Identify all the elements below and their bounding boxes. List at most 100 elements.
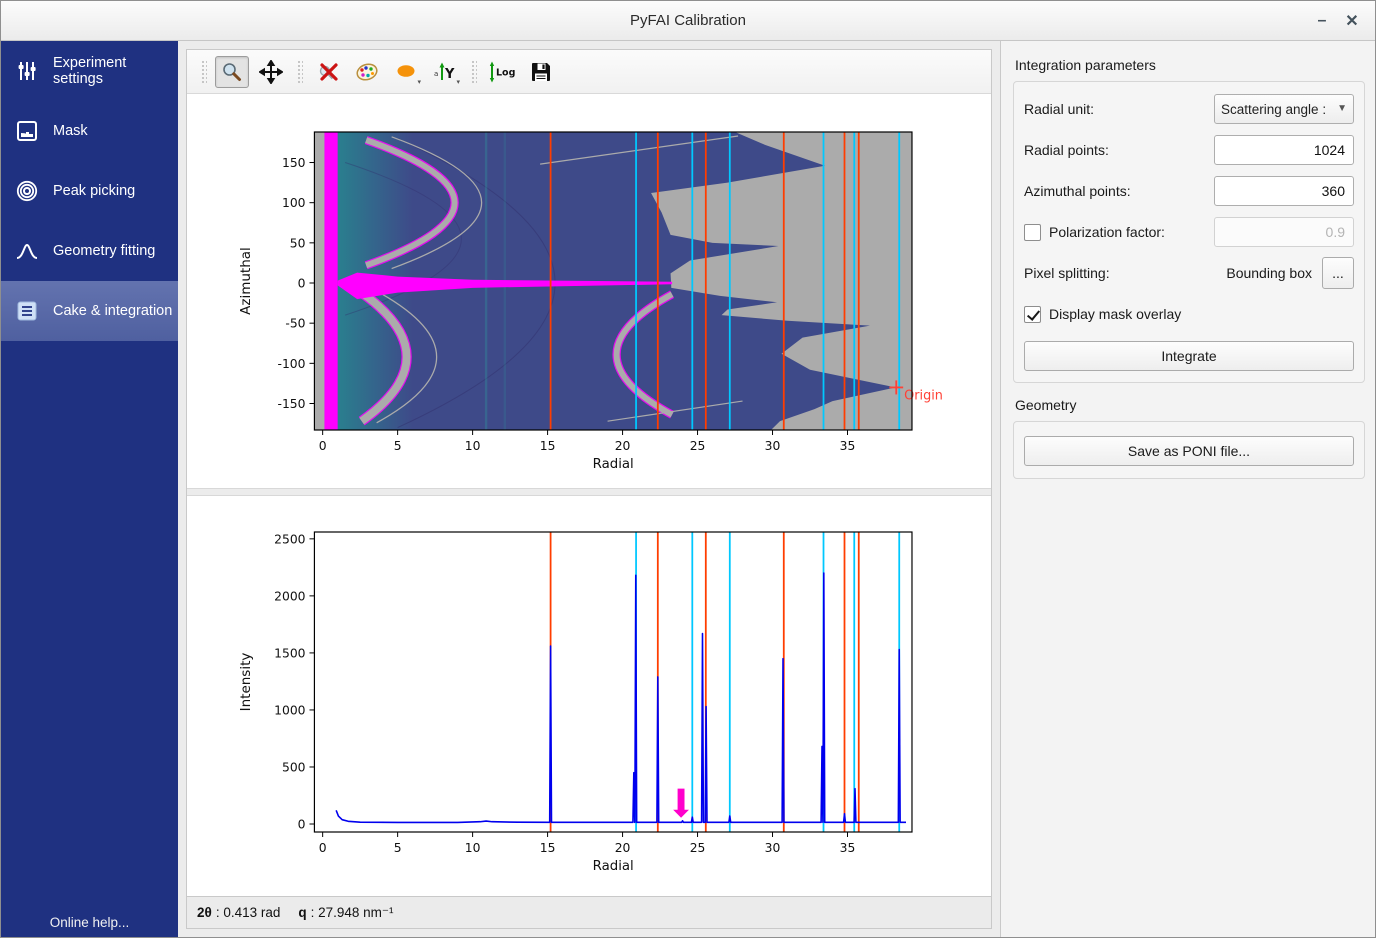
sidebar-item-experiment-settings[interactable]: Experiment settings <box>1 41 178 101</box>
svg-text:500: 500 <box>282 759 306 774</box>
mask-icon <box>14 118 40 144</box>
svg-text:15: 15 <box>540 438 556 453</box>
radial-points-label: Radial points: <box>1024 142 1109 158</box>
polarization-label: Polarization factor: <box>1049 224 1165 240</box>
q-label: q <box>298 905 306 920</box>
radial-unit-dropdown[interactable]: Scattering angle : ▼ <box>1214 94 1354 124</box>
intensity-plot-figure: 0510152025303505001000150020002500Radial… <box>187 496 991 896</box>
right-panel: Integration parameters Radial unit: Scat… <box>1000 41 1375 937</box>
log-scale-icon: Log <box>487 60 517 84</box>
sidebar-item-label: Mask <box>53 123 88 139</box>
svg-text:25: 25 <box>690 438 706 453</box>
online-help-link[interactable]: Online help... <box>1 915 178 930</box>
colormap-button[interactable] <box>350 56 384 88</box>
azimuthal-points-input[interactable] <box>1214 176 1354 206</box>
display-mask-row: Display mask overlay <box>1024 299 1354 329</box>
window-controls: – ✕ <box>1307 1 1367 40</box>
svg-text:35: 35 <box>840 438 856 453</box>
display-mask-label: Display mask overlay <box>1049 306 1181 322</box>
azimuthal-points-row: Azimuthal points: <box>1024 176 1354 206</box>
mask-tool-button[interactable]: ▾ <box>389 56 423 88</box>
save-figure-button[interactable] <box>524 56 558 88</box>
svg-text:Log: Log <box>496 67 515 78</box>
svg-text:5: 5 <box>394 840 402 855</box>
radial-unit-label: Radial unit: <box>1024 101 1094 117</box>
integration-parameters-title: Integration parameters <box>1015 57 1365 73</box>
integrate-row: Integrate <box>1024 340 1354 370</box>
radial-points-row: Radial points: <box>1024 135 1354 165</box>
log-scale-button[interactable]: Log <box>485 56 519 88</box>
two-theta-label: 2θ <box>197 905 212 920</box>
floppy-disk-icon <box>529 60 553 84</box>
peak-curve-icon <box>14 238 40 264</box>
svg-text:30: 30 <box>765 840 781 855</box>
sidebar-item-cake-integration[interactable]: Cake & integration <box>1 281 178 341</box>
svg-text:2000: 2000 <box>274 588 305 603</box>
svg-text:0: 0 <box>319 438 327 453</box>
radial-unit-row: Radial unit: Scattering angle : ▼ <box>1024 94 1354 124</box>
sidebar-item-geometry-fitting[interactable]: Geometry fitting <box>1 221 178 281</box>
svg-text:10: 10 <box>465 438 481 453</box>
close-icon[interactable]: ✕ <box>1337 11 1367 31</box>
svg-text:a: a <box>434 70 438 78</box>
svg-text:15: 15 <box>540 840 556 855</box>
radial-points-input[interactable] <box>1214 135 1354 165</box>
svg-text:0: 0 <box>298 816 306 831</box>
svg-text:Intensity: Intensity <box>239 653 254 712</box>
toolbar-grip <box>200 59 207 85</box>
cake-plot-canvas[interactable]: Origin05101520253035-150-100-50050100150… <box>187 94 991 488</box>
svg-text:Radial: Radial <box>593 859 634 874</box>
y-axis-direction-button[interactable]: aY ▾ <box>428 56 462 88</box>
zoom-mode-button[interactable] <box>215 56 249 88</box>
dropdown-arrow-icon: ▾ <box>456 80 460 86</box>
minimize-icon[interactable]: – <box>1307 12 1337 30</box>
pyfai-calibration-window: PyFAI Calibration – ✕ Experiment setting… <box>0 0 1376 938</box>
geometry-group: Save as PONI file... <box>1013 421 1365 479</box>
plot-toolbar: ▾ aY ▾ Log <box>187 50 991 94</box>
plot-panel: ▾ aY ▾ Log Origin05101520253035-15 <box>186 49 992 897</box>
chevron-down-icon: ▼ <box>1337 103 1347 114</box>
svg-text:Origin: Origin <box>904 388 943 403</box>
svg-text:100: 100 <box>282 195 306 210</box>
main-area: ▾ aY ▾ Log Origin05101520253035-15 <box>178 41 1000 937</box>
svg-text:30: 30 <box>765 438 781 453</box>
pixel-splitting-options-button[interactable]: ... <box>1322 257 1354 289</box>
integrate-button[interactable]: Integrate <box>1024 341 1354 371</box>
pan-arrows-icon <box>259 60 283 84</box>
svg-text:Azimuthal: Azimuthal <box>239 247 254 315</box>
reset-zoom-button[interactable] <box>311 56 345 88</box>
sidebar-item-peak-picking[interactable]: Peak picking <box>1 161 178 221</box>
polarization-checkbox[interactable] <box>1024 224 1041 241</box>
sidebar-item-label: Peak picking <box>53 183 135 199</box>
geometry-title: Geometry <box>1015 397 1365 413</box>
magnifier-icon <box>220 60 244 84</box>
sidebar-item-label: Cake & integration <box>53 303 172 319</box>
sliders-icon <box>14 58 40 84</box>
svg-text:35: 35 <box>840 840 856 855</box>
intensity-plot-canvas[interactable]: 0510152025303505001000150020002500Radial… <box>187 496 991 896</box>
svg-text:1000: 1000 <box>274 702 305 717</box>
svg-text:0: 0 <box>319 840 327 855</box>
svg-text:1500: 1500 <box>274 645 305 660</box>
svg-text:20: 20 <box>615 840 631 855</box>
svg-text:150: 150 <box>282 155 306 170</box>
q-value: : 27.948 nm⁻¹ <box>311 905 394 921</box>
sidebar-item-mask[interactable]: Mask <box>1 101 178 161</box>
save-poni-button[interactable]: Save as PONI file... <box>1024 436 1354 466</box>
svg-text:2500: 2500 <box>274 531 305 546</box>
svg-text:10: 10 <box>465 840 481 855</box>
dropdown-arrow-icon: ▾ <box>417 80 421 86</box>
svg-text:20: 20 <box>615 438 631 453</box>
y-axis-arrow-icon: aY <box>432 60 458 84</box>
radial-unit-value: Scattering angle : <box>1221 102 1326 117</box>
svg-text:-100: -100 <box>278 356 306 371</box>
toolbar-grip <box>470 59 477 85</box>
orange-ellipse-icon <box>394 60 418 84</box>
pan-mode-button[interactable] <box>254 56 288 88</box>
red-cross-magnifier-icon <box>316 60 340 84</box>
integration-parameters-group: Radial unit: Scattering angle : ▼ Radial… <box>1013 81 1365 383</box>
display-mask-checkbox[interactable] <box>1024 306 1041 323</box>
sidebar: Experiment settings Mask Peak picking Ge… <box>1 41 178 937</box>
sidebar-item-label: Experiment settings <box>53 55 178 87</box>
plot-splitter[interactable] <box>187 488 991 496</box>
